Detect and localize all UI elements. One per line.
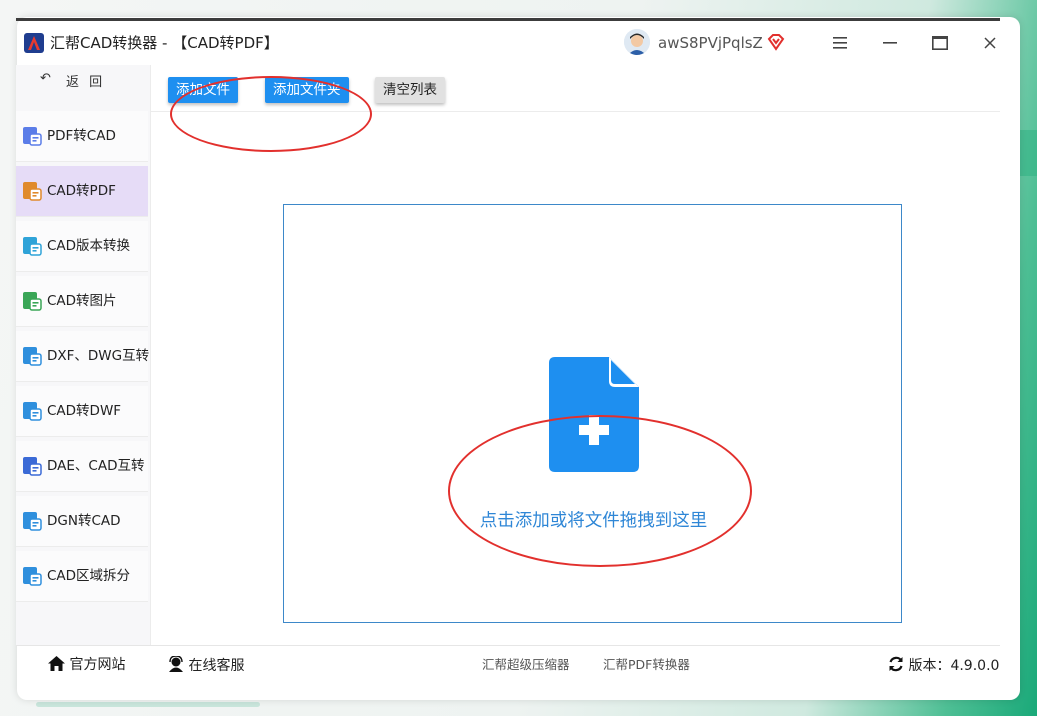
app-logo-icon (24, 33, 44, 53)
background-bar (36, 702, 260, 707)
cad-version-icon (23, 237, 42, 256)
sidebar-item-pdf-to-cad[interactable]: PDF转CAD (16, 111, 148, 162)
username[interactable]: awS8PVjPqlsZ (658, 33, 763, 53)
sidebar-item-label: DAE、CAD互转 (47, 458, 145, 474)
file-drop-zone[interactable]: 点击添加或将文件拖拽到这里 (283, 204, 902, 623)
sidebar-item-label: CAD转PDF (47, 183, 116, 199)
cad-split-icon (23, 567, 42, 586)
dgn-to-cad-icon (23, 512, 42, 531)
sidebar-item-label: PDF转CAD (47, 128, 116, 144)
toolbar: 添加文件 添加文件夹 清空列表 (151, 65, 1000, 112)
pdf-converter-link[interactable]: 汇帮PDF转换器 (603, 656, 690, 674)
cad-to-pdf-icon (23, 182, 42, 201)
sidebar-item-cad-split[interactable]: CAD区域拆分 (16, 551, 148, 602)
footer: 官方网站 在线客服 汇帮超级压缩器 汇帮PDF转换器 版本：4.9.0.0 (16, 645, 1000, 684)
dxf-dwg-icon (23, 347, 42, 366)
maximize-icon[interactable] (926, 29, 954, 57)
sidebar-item-cad-to-pdf[interactable]: CAD转PDF (16, 166, 148, 217)
add-file-icon[interactable] (549, 357, 639, 472)
add-file-button[interactable]: 添加文件 (168, 77, 238, 103)
online-support-label: 在线客服 (188, 658, 245, 674)
compressor-link[interactable]: 汇帮超级压缩器 (482, 656, 570, 674)
home-icon (48, 656, 65, 671)
sidebar-item-label: DGN转CAD (47, 513, 121, 529)
sidebar-item-cad-version[interactable]: CAD版本转换 (16, 221, 148, 272)
dae-cad-icon (23, 457, 42, 476)
refresh-icon (889, 656, 903, 672)
back-label: 返 回 (66, 75, 106, 90)
drop-zone-hint: 点击添加或将文件拖拽到这里 (479, 511, 708, 531)
sidebar-item-label: DXF、DWG互转 (47, 348, 150, 364)
sidebar-item-label: CAD版本转换 (47, 238, 131, 254)
sidebar-item-cad-to-dwf[interactable]: CAD转DWF (16, 386, 148, 437)
vip-diamond-icon[interactable] (766, 32, 786, 52)
sidebar: ↶ 返 回 PDF转CAD CAD转PDF CAD版本转换 CAD转图片 DXF、DWG… (16, 65, 151, 645)
official-website-label: 官方网站 (69, 657, 126, 673)
back-button[interactable]: ↶ 返 回 (16, 65, 150, 93)
pdf-to-cad-icon (23, 127, 42, 146)
close-icon[interactable] (976, 29, 1004, 57)
version-label: 版本：4.9.0.0 (908, 658, 1000, 674)
sidebar-item-dgn-to-cad[interactable]: DGN转CAD (16, 496, 148, 547)
cad-to-dwf-icon (23, 402, 42, 421)
sidebar-item-dxf-dwg[interactable]: DXF、DWG互转 (16, 331, 150, 382)
sidebar-item-label: CAD区域拆分 (47, 568, 131, 584)
title-bar: 汇帮CAD转换器 - 【CAD转PDF】 awS8PVjPqlsZ (16, 21, 1000, 65)
user-avatar[interactable] (624, 29, 650, 55)
back-arrow-icon: ↶ (40, 71, 51, 86)
version-info[interactable]: 版本：4.9.0.0 (888, 656, 999, 675)
cad-to-image-icon (23, 292, 42, 311)
online-support-link[interactable]: 在线客服 (168, 655, 245, 675)
support-agent-icon (169, 655, 183, 672)
add-folder-button[interactable]: 添加文件夹 (265, 77, 349, 103)
minimize-icon[interactable] (876, 29, 904, 57)
sidebar-item-cad-to-image[interactable]: CAD转图片 (16, 276, 148, 327)
official-website-link[interactable]: 官方网站 (48, 656, 125, 674)
sidebar-item-dae-cad[interactable]: DAE、CAD互转 (16, 441, 148, 492)
clear-list-button[interactable]: 清空列表 (375, 77, 445, 103)
sidebar-item-label: CAD转图片 (47, 293, 117, 309)
window-title: 汇帮CAD转换器 - 【CAD转PDF】 (50, 34, 279, 52)
menu-icon[interactable] (826, 29, 854, 57)
sidebar-item-label: CAD转DWF (47, 403, 122, 419)
